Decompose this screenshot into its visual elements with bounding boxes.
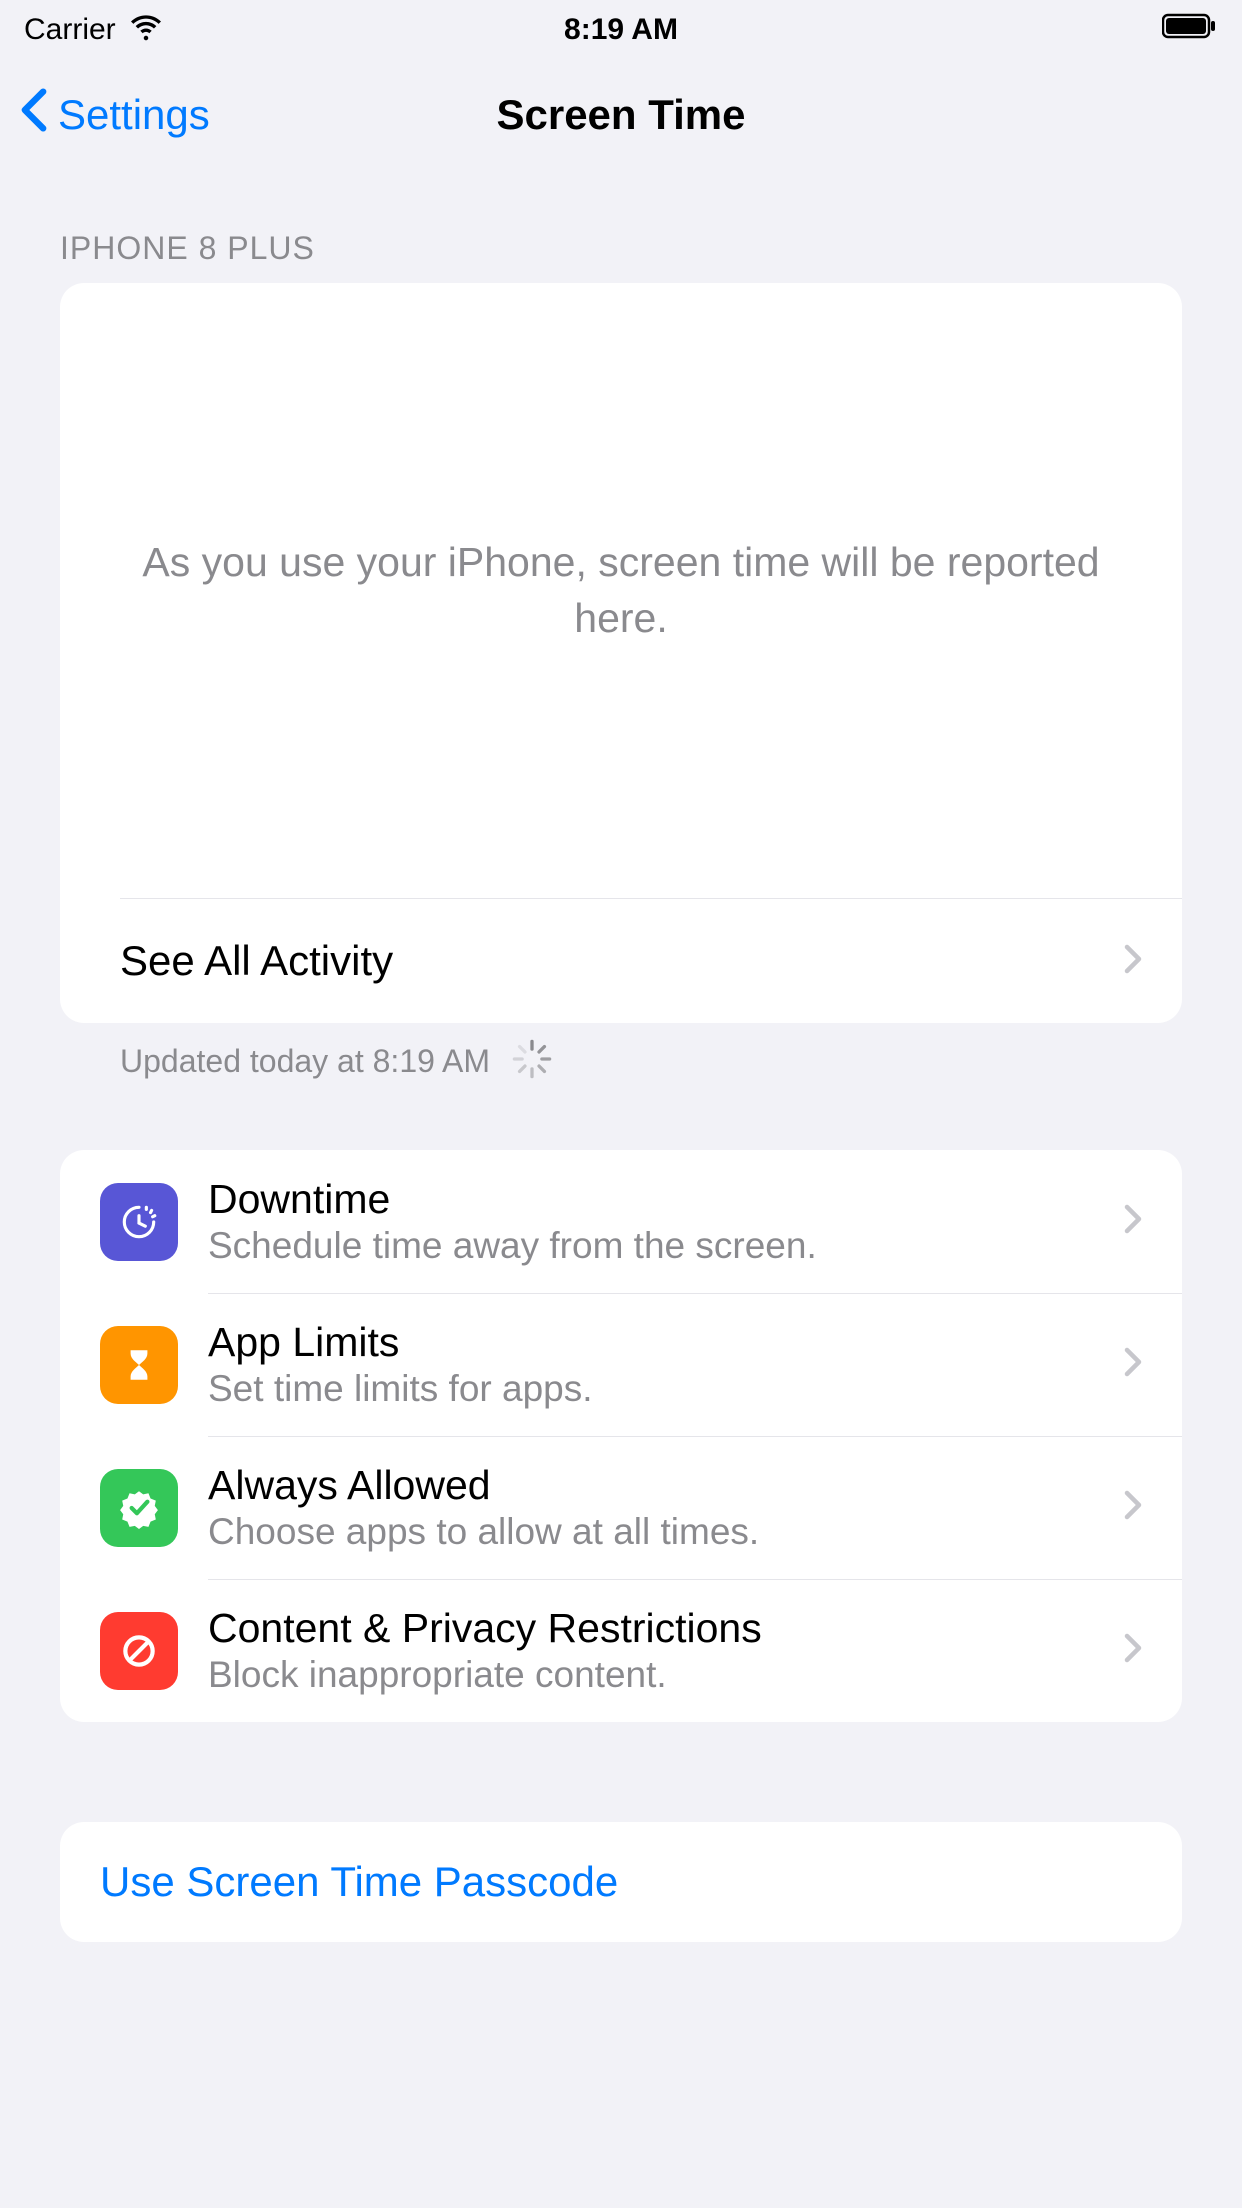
option-title: Content & Privacy Restrictions — [208, 1605, 1094, 1652]
back-button[interactable]: Settings — [20, 88, 210, 142]
back-label: Settings — [58, 91, 210, 139]
section-header: IPHONE 8 PLUS — [0, 170, 1242, 283]
option-text: Content & Privacy Restrictions Block ina… — [208, 1605, 1094, 1696]
option-text: App Limits Set time limits for apps. — [208, 1319, 1094, 1410]
option-subtitle: Set time limits for apps. — [208, 1368, 1094, 1410]
option-subtitle: Choose apps to allow at all times. — [208, 1511, 1094, 1553]
option-always-allowed[interactable]: Always Allowed Choose apps to allow at a… — [60, 1436, 1182, 1579]
option-downtime[interactable]: Downtime Schedule time away from the scr… — [60, 1150, 1182, 1293]
updated-row: Updated today at 8:19 AM — [0, 1023, 1242, 1086]
chevron-right-icon — [1124, 1633, 1142, 1668]
option-text: Always Allowed Choose apps to allow at a… — [208, 1462, 1094, 1553]
status-bar: Carrier 8:19 AM — [0, 0, 1242, 60]
option-title: App Limits — [208, 1319, 1094, 1366]
options-card: Downtime Schedule time away from the scr… — [60, 1150, 1182, 1722]
status-right — [1162, 12, 1218, 48]
option-subtitle: Schedule time away from the screen. — [208, 1225, 1094, 1267]
spinner-icon — [510, 1037, 554, 1086]
passcode-card[interactable]: Use Screen Time Passcode — [60, 1822, 1182, 1942]
chevron-left-icon — [20, 88, 48, 142]
hourglass-icon — [100, 1326, 178, 1404]
option-title: Always Allowed — [208, 1462, 1094, 1509]
chevron-right-icon — [1124, 1490, 1142, 1525]
carrier-label: Carrier — [24, 13, 116, 47]
no-entry-icon — [100, 1612, 178, 1690]
see-all-label: See All Activity — [120, 937, 393, 985]
battery-icon — [1162, 12, 1218, 48]
passcode-link: Use Screen Time Passcode — [100, 1858, 618, 1905]
option-content-privacy[interactable]: Content & Privacy Restrictions Block ina… — [60, 1579, 1182, 1722]
status-left: Carrier — [24, 8, 164, 52]
wifi-icon — [128, 8, 164, 52]
option-app-limits[interactable]: App Limits Set time limits for apps. — [60, 1293, 1182, 1436]
nav-bar: Settings Screen Time — [0, 60, 1242, 170]
status-time: 8:19 AM — [564, 13, 678, 47]
option-subtitle: Block inappropriate content. — [208, 1654, 1094, 1696]
chevron-right-icon — [1124, 1204, 1142, 1239]
page-title: Screen Time — [496, 91, 745, 139]
activity-card: As you use your iPhone, screen time will… — [60, 283, 1182, 1023]
option-text: Downtime Schedule time away from the scr… — [208, 1176, 1094, 1267]
downtime-icon — [100, 1183, 178, 1261]
activity-empty: As you use your iPhone, screen time will… — [60, 283, 1182, 898]
see-all-activity[interactable]: See All Activity — [120, 898, 1182, 1023]
check-seal-icon — [100, 1469, 178, 1547]
updated-label: Updated today at 8:19 AM — [120, 1043, 490, 1080]
activity-empty-text: As you use your iPhone, screen time will… — [120, 535, 1122, 646]
chevron-right-icon — [1124, 944, 1142, 979]
chevron-right-icon — [1124, 1347, 1142, 1382]
option-title: Downtime — [208, 1176, 1094, 1223]
